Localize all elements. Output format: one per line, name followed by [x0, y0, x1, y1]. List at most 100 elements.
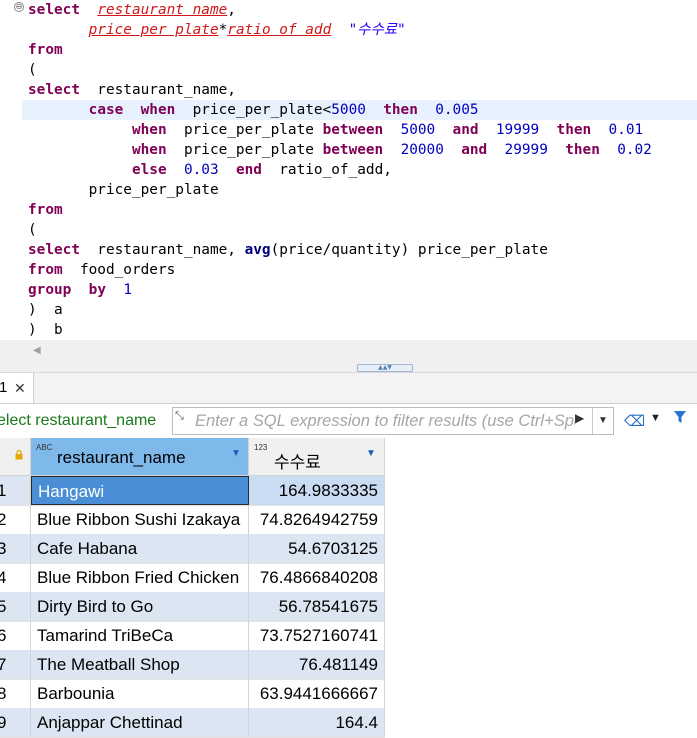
- results-grid[interactable]: ABC restaurant_name ▼ 123 수수료 ▼ 1 Hangawi…: [0, 438, 697, 738]
- chevron-down-icon[interactable]: ▼: [650, 412, 661, 424]
- code-line[interactable]: from food_orders: [28, 260, 175, 280]
- kw-token: group: [28, 282, 72, 298]
- table-row[interactable]: 2 Blue Ribbon Sushi Izakaya74.8264942759: [0, 505, 385, 535]
- code-token: (: [28, 62, 37, 78]
- table-row[interactable]: 9 Anjappar Chettinad164.4: [0, 708, 385, 738]
- kw-token: select: [28, 242, 80, 258]
- column-header-fee[interactable]: 123 수수료 ▼: [249, 438, 385, 476]
- kw-token: then: [556, 122, 592, 138]
- cell-restaurant-name[interactable]: Blue Ribbon Fried Chicken: [31, 563, 249, 592]
- code-line[interactable]: price_per_plate: [28, 180, 219, 200]
- cell-fee[interactable]: 164.4: [249, 708, 385, 737]
- table-row[interactable]: 7 The Meatball Shop76.481149: [0, 650, 385, 680]
- code-line[interactable]: from: [28, 200, 63, 220]
- kw-token: and: [461, 142, 488, 158]
- code-line[interactable]: select restaurant_name, avg(price/quanti…: [28, 240, 548, 260]
- row-number-label: 8: [0, 679, 6, 708]
- funnel-icon[interactable]: [673, 409, 687, 430]
- cell-restaurant-name[interactable]: Hangawi: [31, 476, 249, 505]
- code-line[interactable]: price per plate*ratio of add "수수료": [28, 20, 406, 40]
- row-number-label: 3: [0, 534, 6, 563]
- filter-history-dropdown-icon[interactable]: ▼: [592, 408, 613, 434]
- results-tab[interactable]: 1 ✕: [0, 373, 34, 403]
- row-number[interactable]: 8: [0, 679, 31, 708]
- code-token: restaurant_name,: [79, 82, 236, 98]
- row-number[interactable]: 5: [0, 592, 31, 621]
- cell-fee[interactable]: 63.9441666667: [249, 679, 385, 708]
- code-line[interactable]: when price_per_plate between 20000 and 2…: [28, 140, 652, 160]
- code-line[interactable]: case when price_per_plate<5000 then 0.00…: [22, 100, 697, 120]
- cell-restaurant-name[interactable]: Anjappar Chettinad: [31, 708, 249, 737]
- row-number[interactable]: 3: [0, 534, 31, 563]
- cell-restaurant-name[interactable]: Barbounia: [31, 679, 249, 708]
- row-number[interactable]: 6: [0, 621, 31, 650]
- table-row[interactable]: 3 Cafe Habana54.6703125: [0, 534, 385, 564]
- row-number[interactable]: 9: [0, 708, 31, 737]
- cell-fee[interactable]: 76.4866840208: [249, 563, 385, 592]
- apply-filter-icon[interactable]: ▶: [575, 411, 584, 425]
- row-number[interactable]: 1: [0, 476, 31, 505]
- column-header-restaurant-name[interactable]: ABC restaurant_name ▼: [31, 438, 249, 476]
- row-number-label: 2: [0, 505, 6, 534]
- row-number-header[interactable]: [0, 438, 31, 476]
- sort-filter-icon[interactable]: ▼: [366, 448, 376, 459]
- cell-fee[interactable]: 73.7527160741: [249, 621, 385, 650]
- code-line[interactable]: select restaurant_name,: [28, 80, 236, 100]
- row-number[interactable]: 4: [0, 563, 31, 592]
- filter-expression-box[interactable]: ⤡ ▶ ▼: [172, 407, 614, 435]
- row-number-label: 1: [0, 476, 6, 505]
- num-token: 5000: [400, 122, 436, 138]
- table-row[interactable]: 4 Blue Ribbon Fried Chicken76.4866840208: [0, 563, 385, 593]
- cell-fee[interactable]: 76.481149: [249, 650, 385, 679]
- cell-fee[interactable]: 54.6703125: [249, 534, 385, 563]
- row-number-label: 6: [0, 621, 6, 650]
- row-number[interactable]: 2: [0, 505, 31, 534]
- code-line[interactable]: from: [28, 40, 63, 60]
- cell-fee[interactable]: 74.8264942759: [249, 505, 385, 534]
- cell-fee[interactable]: 56.78541675: [249, 592, 385, 621]
- code-line[interactable]: ) b: [28, 320, 63, 340]
- cell-restaurant-name[interactable]: Dirty Bird to Go: [31, 592, 249, 621]
- row-number-label: 5: [0, 592, 6, 621]
- panel-splitter[interactable]: ▲▲▼: [0, 364, 697, 373]
- cell-fee[interactable]: 164.9833335: [249, 476, 385, 505]
- code-line[interactable]: group by 1: [28, 280, 132, 300]
- row-number-label: 4: [0, 563, 6, 592]
- splitter-toggle-handle[interactable]: ▲▲▼: [357, 364, 413, 372]
- table-row[interactable]: 5 Dirty Bird to Go56.78541675: [0, 592, 385, 622]
- scroll-left-arrow-icon[interactable]: ◀: [33, 345, 41, 356]
- table-row[interactable]: 8 Barbounia63.9441666667: [0, 679, 385, 709]
- autocomplete-icon[interactable]: ⤡: [175, 410, 184, 423]
- code-line[interactable]: when price_per_plate between 5000 and 19…: [28, 120, 643, 140]
- code-line[interactable]: select restaurant name,: [28, 0, 236, 20]
- code-line[interactable]: else 0.03 end ratio_of_add,: [28, 160, 392, 180]
- sql-editor[interactable]: ⊖ select restaurant name, price per plat…: [0, 0, 697, 340]
- code-line[interactable]: (: [28, 60, 37, 80]
- kw-token: case: [88, 102, 124, 118]
- cell-restaurant-name[interactable]: Blue Ribbon Sushi Izakaya: [31, 505, 249, 534]
- row-number[interactable]: 7: [0, 650, 31, 679]
- kw-token: and: [452, 122, 479, 138]
- sort-filter-icon[interactable]: ▼: [231, 448, 241, 459]
- kw-token: select: [28, 2, 80, 18]
- table-row[interactable]: 6 Tamarind TriBeCa73.7527160741: [0, 621, 385, 651]
- row-number-label: 7: [0, 650, 6, 679]
- eraser-icon[interactable]: ⌫: [624, 412, 645, 430]
- close-icon[interactable]: ✕: [14, 373, 26, 403]
- editor-horizontal-scrollbar[interactable]: ◀: [0, 340, 697, 364]
- code-line[interactable]: ) a: [28, 300, 63, 320]
- cell-restaurant-name[interactable]: Cafe Habana: [31, 534, 249, 563]
- filter-input[interactable]: [195, 411, 575, 431]
- fold-toggle-icon[interactable]: ⊖: [14, 2, 24, 12]
- table-row[interactable]: 1 Hangawi164.9833335: [0, 476, 385, 506]
- kw-token: end: [235, 162, 262, 178]
- code-line[interactable]: (: [28, 220, 37, 240]
- num-token: 1: [123, 282, 132, 298]
- cell-restaurant-name[interactable]: The Meatball Shop: [31, 650, 249, 679]
- cell-restaurant-name[interactable]: Tamarind TriBeCa: [31, 621, 249, 650]
